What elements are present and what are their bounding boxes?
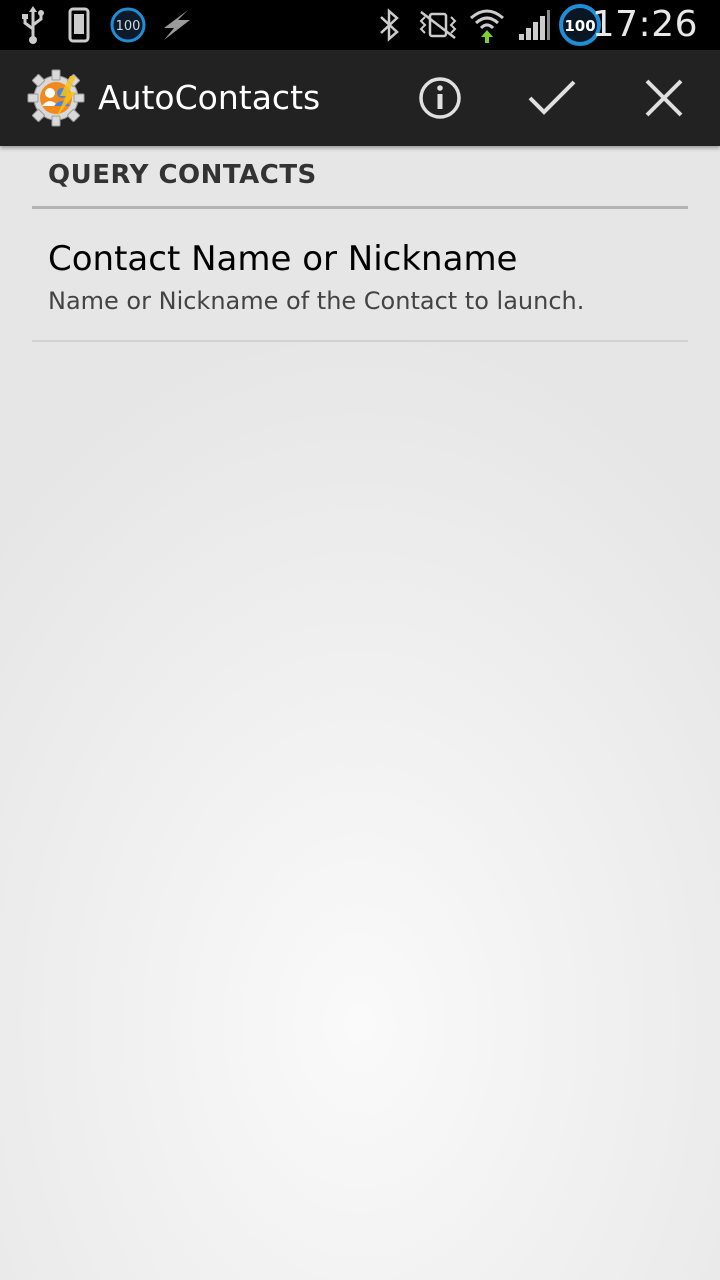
signal-icon xyxy=(516,0,552,50)
wifi-icon xyxy=(468,0,506,50)
bluetooth-icon xyxy=(374,0,404,50)
battery-badge-left-text: 100 xyxy=(116,19,141,34)
check-icon xyxy=(528,80,576,115)
confirm-button[interactable] xyxy=(504,50,600,146)
battery-badge-icon: 100 xyxy=(108,0,148,50)
contact-name-preference[interactable]: Contact Name or Nickname Name or Nicknam… xyxy=(32,209,688,341)
preference-summary: Name or Nickname of the Contact to launc… xyxy=(48,287,585,315)
action-bar: AutoContacts xyxy=(0,50,720,146)
phone-icon xyxy=(66,0,92,50)
close-button[interactable] xyxy=(616,50,712,146)
section-header: QUERY CONTACTS xyxy=(48,160,317,190)
autocontacts-gear-icon[interactable] xyxy=(26,68,86,128)
status-bar: 100 100 17:26 xyxy=(0,0,720,50)
info-button[interactable] xyxy=(392,50,488,146)
usb-icon xyxy=(18,0,48,50)
lightning-icon xyxy=(158,0,194,50)
app-title: AutoContacts xyxy=(98,78,321,117)
item-divider xyxy=(32,340,688,342)
status-time: 17:26 xyxy=(591,4,698,45)
preference-title: Contact Name or Nickname xyxy=(48,239,518,279)
info-icon xyxy=(419,77,461,119)
vibrate-off-icon xyxy=(416,0,460,50)
close-icon xyxy=(645,79,683,117)
